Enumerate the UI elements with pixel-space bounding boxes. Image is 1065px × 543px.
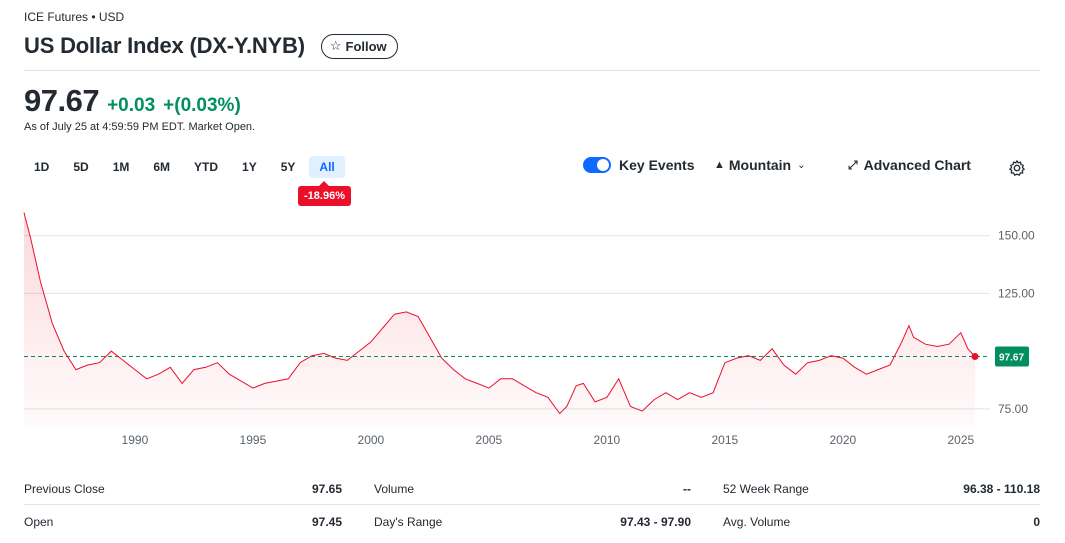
- range-tabs: 1D 5D 1M 6M YTD 1Y 5Y All: [24, 156, 349, 178]
- x-tick-label: 2020: [829, 433, 856, 447]
- x-tick-label: 2025: [947, 433, 974, 447]
- stat-label: Previous Close: [24, 482, 105, 496]
- price-tag-label: 97.67: [999, 353, 1024, 364]
- range-tab-all[interactable]: All: [309, 156, 345, 178]
- range-tab-5y[interactable]: 5Y: [271, 156, 306, 178]
- chart-area-fill: [24, 212, 975, 425]
- price-chart[interactable]: 150.00 125.00 75.00 1990 1995 2000 2005 2010 20…: [0, 200, 1065, 460]
- y-tick-label: 150.00: [998, 229, 1035, 243]
- range-tab-ytd[interactable]: YTD: [184, 156, 228, 178]
- mountain-icon: ▲: [714, 159, 725, 171]
- stat-value: 97.43 - 97.90: [620, 515, 691, 529]
- x-tick-label: 1990: [122, 433, 149, 447]
- stat-label: Open: [24, 515, 54, 529]
- current-price: 97.67: [24, 83, 100, 118]
- gear-icon[interactable]: [1008, 159, 1026, 177]
- range-tab-5d[interactable]: 5D: [63, 156, 98, 178]
- quote-stats: Previous Close 97.65 Volume -- 52 Week R…: [24, 472, 1040, 536]
- chart-type-label: Mountain: [728, 157, 792, 173]
- x-tick-label: 2010: [594, 433, 621, 447]
- stats-row: Open 97.45 Day's Range 97.43 - 97.90 Avg…: [24, 504, 1040, 536]
- stat-label: Avg. Volume: [723, 515, 791, 529]
- x-tick-label: 1995: [240, 433, 267, 447]
- x-tick-label: 2005: [476, 433, 503, 447]
- range-tab-1d[interactable]: 1D: [24, 156, 59, 178]
- quote-row: 97.67 +0.03 +(0.03%): [24, 83, 241, 119]
- key-events-toggle[interactable]: Key Events: [583, 157, 694, 173]
- chevron-down-icon: ⌄: [797, 159, 806, 171]
- header-divider: [24, 70, 1040, 71]
- price-change: +0.03: [107, 95, 156, 116]
- toggle-switch[interactable]: [583, 157, 611, 173]
- stat-value: 97.45: [311, 515, 342, 529]
- key-events-label: Key Events: [619, 157, 695, 173]
- x-tick-label: 2015: [712, 433, 739, 447]
- x-tick-label: 2000: [358, 433, 385, 447]
- y-tick-label: 125.00: [998, 286, 1035, 300]
- stat-label: Volume: [374, 482, 415, 496]
- range-tab-1m[interactable]: 1M: [103, 156, 140, 178]
- stat-value: --: [683, 482, 691, 496]
- range-tab-1y[interactable]: 1Y: [232, 156, 267, 178]
- chart-type-dropdown[interactable]: ▲ Mountain ⌄: [714, 157, 806, 173]
- price-change-percent: +(0.03%): [163, 95, 241, 116]
- follow-label: Follow: [345, 38, 387, 54]
- stat-label: Day's Range: [374, 515, 443, 529]
- title-row: US Dollar Index (DX-Y.NYB) ☆ Follow: [24, 33, 398, 59]
- stats-row: Previous Close 97.65 Volume -- 52 Week R…: [24, 472, 1040, 504]
- page-title: US Dollar Index (DX-Y.NYB): [24, 33, 305, 58]
- stat-label: 52 Week Range: [723, 482, 809, 496]
- star-icon: ☆: [329, 38, 342, 53]
- market-status: As of July 25 at 4:59:59 PM EDT. Market …: [24, 121, 256, 133]
- y-tick-label: 75.00: [998, 402, 1028, 416]
- x-axis: 1990 1995 2000 2005 2010 2015 2020 2025: [122, 433, 975, 447]
- advanced-chart-label: Advanced Chart: [863, 157, 971, 173]
- breadcrumb: ICE Futures • USD: [24, 10, 125, 24]
- last-price-marker: [971, 353, 979, 361]
- y-axis: 150.00 125.00 75.00: [998, 229, 1035, 416]
- follow-button[interactable]: ☆ Follow: [320, 33, 398, 59]
- advanced-chart-button[interactable]: ⤢ Advanced Chart: [848, 157, 971, 173]
- stat-value: 96.38 - 110.18: [963, 482, 1040, 496]
- stat-value: 97.65: [311, 482, 342, 496]
- stat-value: 0: [1033, 515, 1040, 529]
- expand-icon: ⤢: [848, 157, 858, 172]
- range-tab-6m[interactable]: 6M: [143, 156, 180, 178]
